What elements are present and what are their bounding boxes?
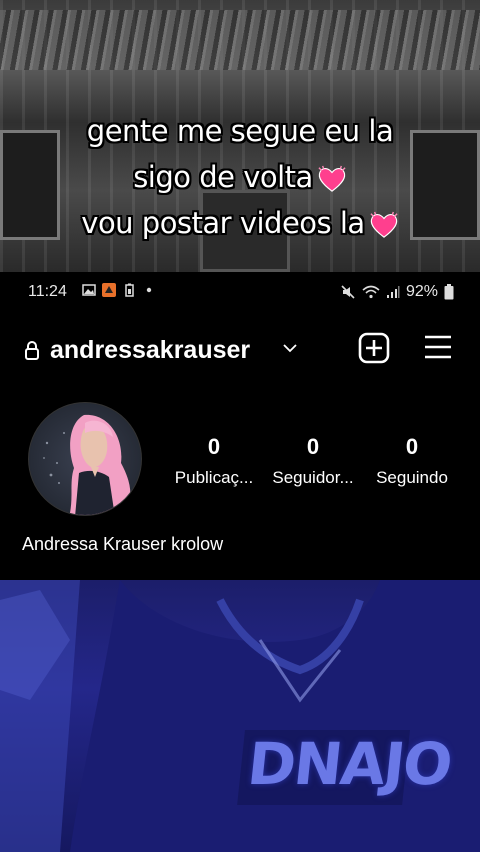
following-label: Seguindo	[376, 468, 448, 487]
bottom-video-background: DNAJO	[0, 580, 480, 852]
heart-emoji-icon	[318, 165, 346, 192]
profile-username[interactable]: andressakrauser	[50, 336, 250, 365]
battery-percent: 92%	[405, 283, 438, 300]
followers-label: Seguidor...	[272, 468, 354, 487]
wifi-icon	[362, 285, 380, 299]
mute-icon	[341, 285, 355, 299]
followers-count: 0	[306, 434, 320, 459]
app-notification-icon	[102, 283, 116, 297]
posts-stat[interactable]: 0 Publicaç...	[164, 434, 264, 488]
chevron-down-icon[interactable]	[282, 342, 298, 354]
instagram-profile-screenshot: 11:24 92% andressakrauser 0 Publicaç... …	[0, 272, 480, 580]
gallery-icon	[82, 284, 96, 296]
video-caption: gente me segue eu la sigo de volta vou p…	[0, 108, 480, 246]
caption-line-3-text: vou postar videos la	[81, 206, 365, 240]
avatar-illustration	[43, 414, 131, 515]
new-post-plus-icon[interactable]	[358, 332, 390, 364]
roof-texture	[0, 10, 480, 70]
battery-saver-icon	[125, 283, 134, 297]
person-shirt-illustration	[0, 580, 480, 852]
signal-icon	[386, 286, 400, 298]
following-count: 0	[405, 434, 419, 459]
status-bar: 11:24 92%	[0, 272, 480, 312]
heart-emoji-icon	[370, 211, 398, 238]
posts-label: Publicaç...	[174, 468, 254, 487]
following-stat[interactable]: 0 Seguindo	[362, 434, 462, 488]
caption-line-2-text: sigo de volta	[133, 160, 313, 194]
profile-full-name: Andressa Krauser krolow	[22, 534, 224, 554]
notification-icons	[82, 283, 156, 297]
caption-line-3: vou postar videos la	[0, 200, 480, 246]
battery-icon	[444, 284, 454, 300]
lock-icon	[25, 341, 39, 360]
followers-stat[interactable]: 0 Seguidor...	[263, 434, 363, 488]
hamburger-menu-icon[interactable]	[424, 334, 452, 360]
caption-line-1: gente me segue eu la	[86, 114, 394, 148]
shirt-text: DNAJO	[244, 730, 455, 798]
profile-header: andressakrauser	[0, 328, 480, 372]
profile-avatar[interactable]	[28, 402, 142, 516]
more-notifications-dot-icon	[146, 287, 152, 293]
status-time: 11:24	[28, 283, 67, 300]
posts-count: 0	[207, 434, 221, 459]
caption-line-2: sigo de volta	[0, 154, 480, 200]
status-right: 92%	[340, 283, 454, 301]
